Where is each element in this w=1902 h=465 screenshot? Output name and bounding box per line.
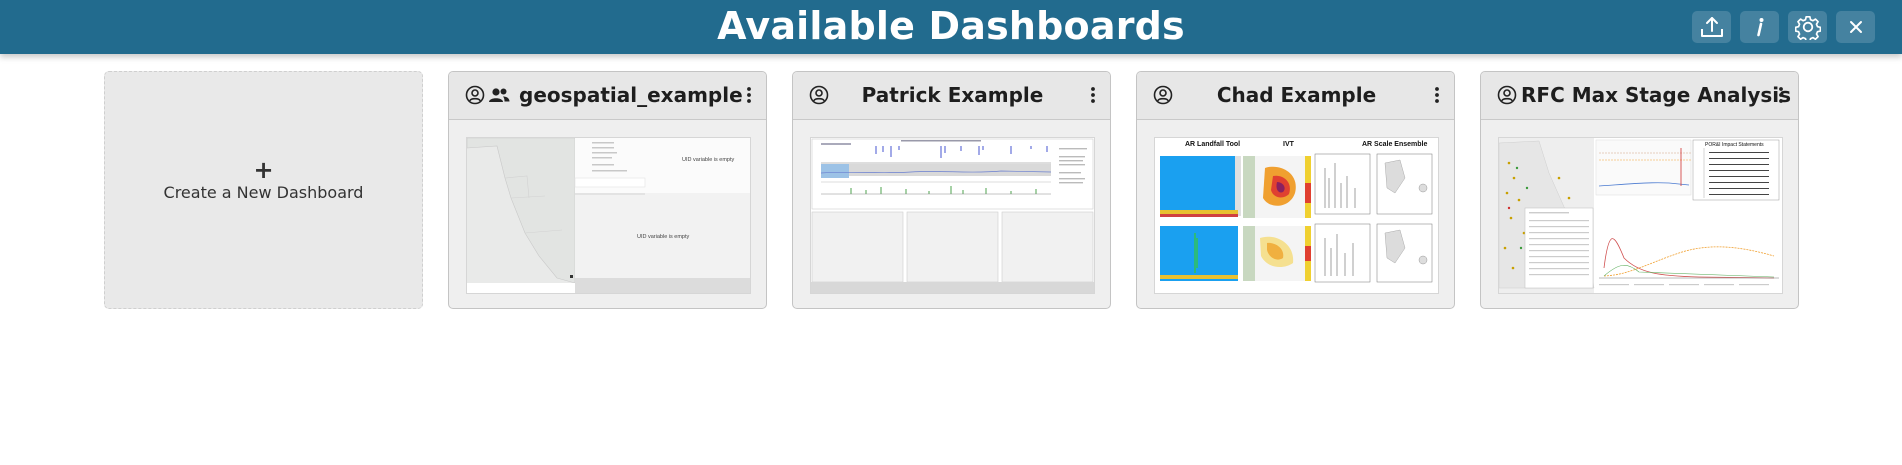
create-dashboard-card[interactable]: + Create a New Dashboard <box>104 71 423 309</box>
user-circle-icon <box>809 85 829 105</box>
chart-thumbnail-image <box>811 138 1094 293</box>
card-header: RFC Max Stage Analysis <box>1481 72 1798 120</box>
thumb-text: IVT <box>1283 141 1295 148</box>
dashboard-card-geospatial-example[interactable]: geospatial_example UID variable is empty… <box>448 71 767 309</box>
dashboard-card-rfc-max-stage-analysis[interactable]: RFC Max Stage Analysis POR&I Impact Stat… <box>1480 71 1799 309</box>
upload-icon <box>1700 17 1723 37</box>
card-header: geospatial_example <box>449 72 766 120</box>
info-icon <box>1756 18 1763 37</box>
dashboard-title[interactable]: RFC Max Stage Analysis <box>1521 72 1791 119</box>
dashboard-card-patrick-example[interactable]: Patrick Example <box>792 71 1111 309</box>
dashboard-thumbnail[interactable]: UID variable is empty UID variable is em… <box>466 137 751 294</box>
users-icon <box>489 88 510 102</box>
close-icon <box>1849 21 1862 33</box>
user-circle-icon <box>1153 85 1173 105</box>
dashboard-card-chad-example[interactable]: Chad Example AR Landfall Tool IVT AR Sca… <box>1136 71 1455 309</box>
user-circle-icon <box>1497 85 1517 105</box>
info-button[interactable] <box>1740 11 1779 43</box>
dashboard-title[interactable]: geospatial_example <box>519 72 743 119</box>
thumb-text: AR Landfall Tool <box>1185 141 1240 148</box>
card-header: Patrick Example <box>793 72 1110 120</box>
page-title: Available Dashboards <box>717 4 1185 48</box>
upload-button[interactable] <box>1692 11 1731 43</box>
close-button[interactable] <box>1836 11 1875 43</box>
dashboard-thumbnail[interactable]: AR Landfall Tool IVT AR Scale Ensemble <box>1154 137 1439 294</box>
card-header: Chad Example <box>1137 72 1454 120</box>
dashboard-thumbnail[interactable] <box>810 137 1095 294</box>
create-dashboard-label: Create a New Dashboard <box>163 183 364 202</box>
more-options-icon[interactable] <box>746 86 752 104</box>
thumb-text: UID variable is empty <box>637 234 690 240</box>
plus-icon: + <box>253 156 274 184</box>
thumb-text: POR&I Impact Statements <box>1705 142 1764 148</box>
more-options-icon[interactable] <box>1090 86 1096 104</box>
thumb-text: UID variable is empty <box>682 157 735 163</box>
user-circle-icon <box>465 85 485 105</box>
dashboard-title[interactable]: Patrick Example <box>833 72 1072 119</box>
more-options-icon[interactable] <box>1434 86 1440 104</box>
map-thumbnail-image: UID variable is empty UID variable is em… <box>467 138 750 293</box>
dashboard-thumbnail[interactable]: POR&I Impact Statements <box>1498 137 1783 294</box>
app-header: Available Dashboards <box>0 0 1902 54</box>
settings-button[interactable] <box>1788 11 1827 43</box>
thumb-text: AR Scale Ensemble <box>1362 141 1427 148</box>
dashboard-title[interactable]: Chad Example <box>1177 72 1416 119</box>
stage-analysis-thumbnail-image: POR&I Impact Statements <box>1499 138 1782 293</box>
more-options-icon[interactable] <box>1778 86 1784 104</box>
weather-maps-thumbnail-image: AR Landfall Tool IVT AR Scale Ensemble <box>1155 138 1438 293</box>
gear-icon <box>1794 15 1821 40</box>
